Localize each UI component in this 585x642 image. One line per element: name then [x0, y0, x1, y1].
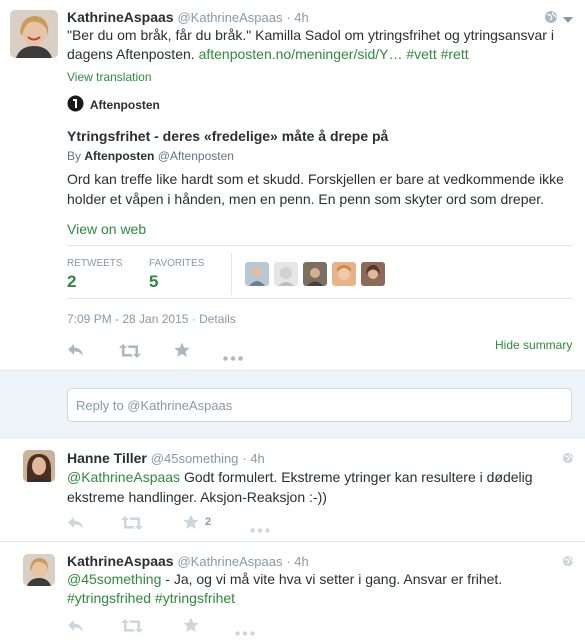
view-on-web-link[interactable]: View on web	[67, 221, 146, 237]
reply-input-placeholder: Reply to @KathrineAspaas	[76, 398, 233, 413]
hashtag-rett[interactable]: #rett	[441, 46, 469, 62]
main-tweet: KathrineAspaas @KathrineAspaas · 4h "Ber…	[0, 0, 585, 370]
reply-time[interactable]: · 4h	[286, 554, 308, 569]
reply-hashtags[interactable]: #ytringsfrihed #ytringsfrihet	[67, 590, 235, 606]
reply-author-avatar[interactable]	[23, 450, 55, 482]
reply-icon[interactable]	[67, 516, 85, 533]
retweet-icon[interactable]	[121, 619, 143, 636]
card-by-prefix: By	[67, 149, 82, 163]
reply-box-container: Reply to @KathrineAspaas	[0, 370, 585, 438]
card-description: Ord kan treffe like hardt som et skudd. …	[67, 171, 564, 207]
retweet-icon[interactable]	[121, 516, 143, 533]
reply-input[interactable]: Reply to @KathrineAspaas	[67, 388, 572, 422]
tweet-timestamp[interactable]: 7:09 PM - 28 Jan 2015	[67, 312, 188, 326]
reply-header: Hanne Tiller @45something · 4h	[67, 450, 265, 466]
stats-vertical-divider	[231, 253, 232, 295]
card-source-name[interactable]: Aftenposten	[90, 98, 160, 112]
reply-author-name[interactable]: KathrineAspaas	[67, 553, 174, 569]
star-icon[interactable]	[183, 617, 199, 636]
reply-time[interactable]: · 4h	[242, 451, 264, 466]
card-by-handle[interactable]: @Aftenposten	[158, 149, 234, 163]
more-icon[interactable]	[250, 520, 270, 536]
reply-author-handle[interactable]: @45something	[151, 451, 239, 466]
more-icon[interactable]	[235, 623, 255, 639]
reply-text: @KathrineAspaas Godt formulert. Ekstreme…	[67, 467, 567, 507]
globe-icon	[562, 554, 574, 570]
retweets-count: 2	[67, 272, 77, 291]
reply-mention[interactable]: @45something	[67, 571, 161, 587]
reply-tweet: Hanne Tiller @45something · 4h @Kathrine…	[0, 438, 585, 542]
card-by-name[interactable]: Aftenposten	[84, 149, 154, 163]
favorites-count: 5	[149, 272, 159, 291]
reply-icon[interactable]	[67, 619, 85, 636]
retweet-icon[interactable]	[119, 344, 141, 361]
favorites-stat[interactable]: FAVORITES 5	[149, 258, 204, 292]
favoriter-avatar[interactable]	[274, 262, 298, 286]
favoriter-avatar[interactable]	[303, 262, 327, 286]
favoriter-avatar[interactable]	[361, 262, 385, 286]
favoriter-avatar[interactable]	[245, 262, 269, 286]
globe-icon	[544, 10, 558, 27]
favorites-label: FAVORITES	[149, 258, 205, 269]
tweet-header: KathrineAspaas @KathrineAspaas · 4h	[67, 9, 309, 25]
stats-bottom-divider	[67, 298, 572, 299]
more-icon[interactable]	[223, 348, 243, 364]
retweets-stat[interactable]: RETWEETS 2	[67, 258, 123, 292]
reply-mention[interactable]: @KathrineAspaas	[67, 469, 180, 485]
star-icon[interactable]	[183, 514, 199, 533]
author-avatar[interactable]	[10, 10, 58, 58]
aftenposten-logo-icon	[67, 95, 84, 115]
card-source: Aftenposten	[67, 95, 160, 115]
hide-summary-link[interactable]: Hide summary	[495, 338, 572, 352]
reply-header: KathrineAspaas @KathrineAspaas · 4h	[67, 553, 309, 569]
reply-tweet: KathrineAspaas @KathrineAspaas · 4h @45s…	[0, 542, 585, 642]
view-translation-link[interactable]: View translation	[67, 70, 152, 84]
reply-text: @45something - Ja, og vi må vite hva vi …	[67, 570, 567, 608]
hashtag-vett[interactable]: #vett	[406, 46, 436, 62]
tweet-text: "Ber du om bråk, får du bråk." Kamilla S…	[67, 26, 572, 64]
reply-author-name[interactable]: Hanne Tiller	[67, 450, 147, 466]
globe-icon	[562, 451, 574, 467]
retweets-label: RETWEETS	[67, 258, 123, 269]
reply-text-body: - Ja, og vi må vite hva vi setter i gang…	[161, 571, 503, 587]
stats-top-divider	[67, 245, 572, 246]
reply-favorite-count: 2	[205, 516, 212, 528]
tweet-timestamp-row: 7:09 PM - 28 Jan 2015 · Details	[67, 312, 236, 326]
star-icon[interactable]	[174, 342, 190, 361]
tweet-link[interactable]: aftenposten.no/meninger/sid/Y…	[199, 46, 403, 62]
favoriter-avatar[interactable]	[332, 262, 356, 286]
tweet-time[interactable]: · 4h	[286, 10, 308, 25]
details-link[interactable]: · Details	[192, 312, 236, 326]
author-handle[interactable]: @KathrineAspaas	[177, 10, 282, 25]
author-name[interactable]: KathrineAspaas	[67, 9, 174, 25]
reply-icon[interactable]	[67, 343, 85, 360]
reply-author-handle[interactable]: @KathrineAspaas	[177, 554, 282, 569]
reply-author-avatar[interactable]	[23, 554, 55, 586]
card-title[interactable]: Ytringsfrihet - deres «fredelige» måte å…	[67, 128, 388, 144]
card-byline: By Aftenposten @Aftenposten	[67, 149, 234, 163]
